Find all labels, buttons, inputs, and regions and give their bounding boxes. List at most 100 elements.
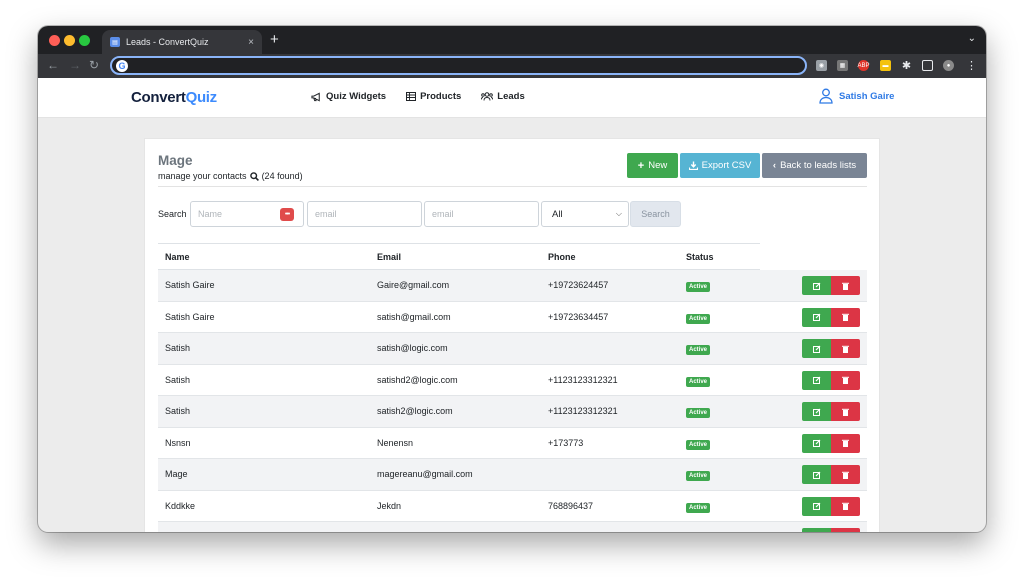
new-tab-button[interactable]: +: [270, 31, 279, 48]
megaphone-icon: [311, 92, 320, 101]
cell-phone: 768896437: [548, 500, 594, 511]
edit-button[interactable]: [802, 465, 831, 484]
cell-email: magereanu@gmail.com: [377, 469, 473, 480]
sidebar-panel-icon[interactable]: [922, 60, 933, 71]
plus-icon: +: [637, 159, 645, 172]
cell-email: satish@gmail.com: [377, 311, 451, 322]
delete-button[interactable]: [831, 402, 860, 421]
user-name: Satish Gaire: [839, 90, 895, 102]
puzzle-extensions-icon[interactable]: ✱: [901, 60, 912, 72]
edit-button[interactable]: [802, 528, 831, 532]
nav-leads[interactable]: Leads: [481, 91, 525, 102]
edit-button[interactable]: [802, 402, 831, 421]
forward-arrow-icon[interactable]: →: [69, 58, 81, 72]
back-to-leads-button[interactable]: ‹ Back to leads lists: [762, 153, 867, 178]
browser-toolbar: ← → ↻ G ◉ ▦ ABP ▬ ✱ ● ⋮: [38, 54, 986, 78]
email2-search-input[interactable]: email: [424, 201, 539, 227]
cell-name: Kddkke: [165, 500, 196, 511]
edit-button[interactable]: [802, 496, 831, 516]
delete-button[interactable]: [831, 528, 860, 532]
reload-icon[interactable]: ↻: [89, 58, 99, 72]
close-window-button[interactable]: [49, 35, 60, 46]
row-actions: [802, 339, 860, 358]
extension-grey-icon[interactable]: ▦: [837, 60, 848, 71]
nav-products[interactable]: Products: [406, 91, 461, 102]
table-row: Mage magereanu@gmail.com Active: [158, 459, 867, 491]
address-bar[interactable]: G: [110, 56, 807, 75]
header-status: Status: [686, 251, 714, 262]
adblock-extension-icon[interactable]: ABP: [858, 60, 870, 71]
tab-title: Leads - ConvertQuiz: [126, 37, 209, 47]
cell-status: Active: [686, 280, 711, 293]
edit-button[interactable]: [802, 339, 831, 358]
main-nav: Quiz Widgets Products Leads: [311, 91, 525, 102]
cell-email: satishd2@logic.com: [377, 374, 458, 385]
status-badge: Active: [686, 313, 711, 324]
edit-icon: [812, 408, 820, 416]
notes-extension-icon[interactable]: ▬: [880, 60, 891, 71]
trash-icon: [842, 282, 849, 290]
edit-icon: [812, 313, 820, 321]
minimize-window-button[interactable]: [64, 35, 75, 46]
status-select[interactable]: All ⌵: [541, 201, 629, 227]
cell-name: Mage: [165, 469, 188, 480]
browser-tab[interactable]: ▤ Leads - ConvertQuiz ×: [102, 30, 262, 54]
header-phone: Phone: [548, 251, 576, 262]
row-actions: [802, 370, 860, 390]
profile-avatar-icon[interactable]: ●: [943, 60, 954, 71]
cell-status: Active: [686, 406, 711, 419]
row-actions: [802, 307, 860, 327]
browser-menu-icon[interactable]: ⋮: [966, 60, 977, 72]
delete-button[interactable]: [831, 339, 860, 358]
cell-status: Active: [686, 343, 711, 356]
row-actions: [802, 402, 860, 421]
app-logo[interactable]: ConvertQuiz: [131, 89, 217, 106]
nav-quiz-widgets[interactable]: Quiz Widgets: [311, 91, 386, 102]
cell-email: Nenensn: [377, 437, 414, 448]
cell-phone: +173773: [548, 437, 584, 448]
export-csv-button[interactable]: Export CSV: [680, 153, 760, 178]
back-arrow-icon[interactable]: ←: [47, 58, 59, 72]
edit-icon: [812, 471, 820, 479]
search-label: Search: [158, 209, 187, 219]
delete-button[interactable]: [831, 276, 860, 295]
delete-button[interactable]: [831, 496, 860, 516]
row-actions: [802, 496, 860, 516]
tab-search-chevron-icon[interactable]: ⌄: [968, 33, 976, 44]
tab-close-icon[interactable]: ×: [248, 37, 254, 48]
cell-phone: +1123123312321: [548, 374, 618, 385]
cell-status: Active: [686, 375, 711, 387]
trash-icon: [842, 471, 849, 479]
edit-button[interactable]: [802, 370, 831, 390]
delete-button[interactable]: [831, 307, 860, 327]
edit-button[interactable]: [802, 433, 831, 453]
browser-titlebar: ▤ Leads - ConvertQuiz × + ⌄: [38, 26, 986, 54]
chevron-left-icon: ‹: [772, 160, 777, 171]
email-search-input[interactable]: email: [307, 201, 422, 227]
name-search-input[interactable]: Name •••: [190, 201, 304, 227]
page-title: Mage: [158, 153, 193, 168]
password-manager-icon[interactable]: •••: [280, 208, 294, 221]
cell-name: Nsnsn: [165, 437, 191, 448]
found-count: (24 found): [261, 171, 303, 181]
edit-icon: [812, 502, 820, 510]
trash-icon: [842, 439, 849, 447]
table-header: Name Email Phone Status: [158, 243, 760, 270]
delete-button[interactable]: [831, 433, 860, 453]
delete-button[interactable]: [831, 370, 860, 390]
user-menu[interactable]: Satish Gaire: [819, 88, 894, 104]
delete-button[interactable]: [831, 465, 860, 484]
table-row: Nsnsn Nenensn +173773 Active: [158, 428, 867, 459]
edit-icon: [812, 439, 820, 447]
chevron-down-icon: ⌵: [615, 209, 622, 218]
app-navbar: ConvertQuiz Quiz Widgets Products Leads …: [38, 78, 986, 118]
new-lead-button[interactable]: + New: [627, 153, 678, 178]
camera-extension-icon[interactable]: ◉: [816, 60, 827, 71]
table-row: Kddkke Jekdn 768896437 Active: [158, 491, 867, 522]
edit-button[interactable]: [802, 276, 831, 295]
search-button[interactable]: Search: [630, 201, 681, 227]
cell-status: Active: [686, 312, 711, 324]
cell-email: Gaire@gmail.com: [377, 280, 450, 291]
maximize-window-button[interactable]: [79, 35, 90, 46]
edit-button[interactable]: [802, 307, 831, 327]
